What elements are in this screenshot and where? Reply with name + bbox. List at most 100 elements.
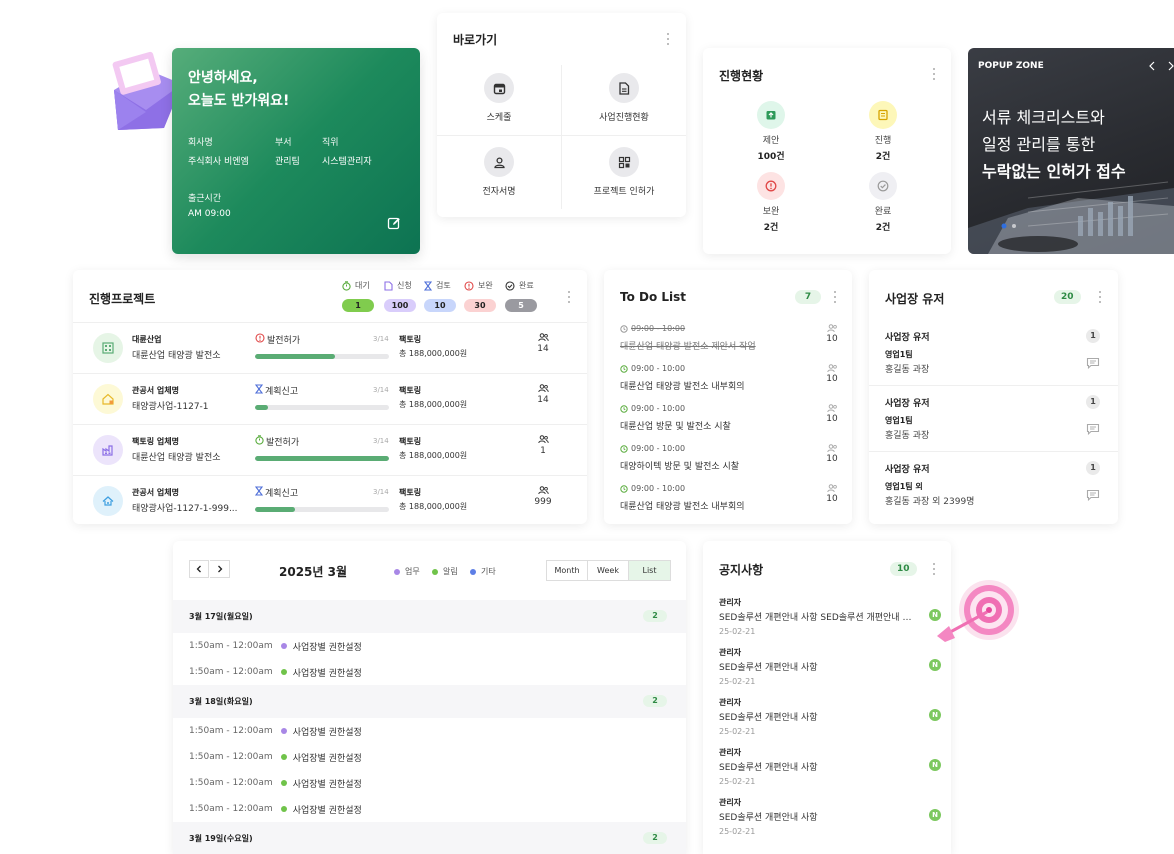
more-icon[interactable] [932,68,936,80]
shortcut-label: 전자서명 [482,187,516,197]
status-proposal[interactable]: 제안 100건 [731,101,811,162]
people-icon [537,435,549,444]
notice-item[interactable]: 관리자 SED솔루션 개편안내 사항 25-02-21 N [719,647,943,695]
greeting-line1: 안녕하세요, [188,70,258,86]
status-complete[interactable]: 완료 2건 [843,172,923,233]
edit-icon[interactable] [387,216,401,230]
shortcut-project-permit[interactable]: 프로젝트 인허가 [562,139,686,213]
view-list-button[interactable]: List [629,561,670,580]
user-group[interactable]: 사업장 유저 1 영업1팀 홍길동 과장 [869,386,1118,452]
message-icon[interactable] [1086,357,1100,369]
notice-date: 25-02-21 [719,677,756,686]
more-icon[interactable] [567,291,571,303]
chevron-right-icon[interactable] [1167,61,1174,71]
status-label: 제안 [762,136,780,146]
status-progress[interactable]: 진행 2건 [843,101,923,162]
event-time: 1:50am - 12:00am [189,804,273,814]
popup-zone-banner[interactable]: POPUP ZONE 서류 체크리스트와 일정 관리를 통한 누락없는 인허가 … [968,48,1174,254]
clock-icon [620,324,628,333]
people-icon [826,484,837,493]
todo-item[interactable]: 09:00 - 10:00 대륜산업 방문 및 발전소 시찰 10 [620,404,840,440]
project-status: 계획신고 [254,486,298,499]
more-icon[interactable] [932,563,936,575]
document-icon [609,73,639,103]
day-count-badge: 2 [643,695,667,707]
event-dot [280,806,287,812]
notice-date: 25-02-21 [719,827,756,836]
progress-bar [255,507,389,512]
view-week-button[interactable]: Week [588,561,629,580]
table-row[interactable]: 관공서 업체명 태양광사업-1127-1-999... 계획신고 3/14 팩토… [73,475,587,526]
calendar-event[interactable]: 1:50am - 12:00am 사업장별 권한설정 [189,749,362,765]
people-number: 10 [826,494,838,504]
more-icon[interactable] [666,33,670,45]
welcome-card: 안녕하세요, 오늘도 반가워요! 회사명 주식회사 비엔엠 부서 관리팀 직위 … [172,48,420,254]
project-status: 계획신고 [254,384,298,397]
user-group[interactable]: 사업장 유저 1 영업1팀 홍길동 과장 [869,320,1118,386]
people-icon [537,333,549,342]
calendar-event[interactable]: 1:50am - 12:00am 사업장별 권한설정 [189,801,362,817]
people-number: 10 [826,374,838,384]
shortcut-label: 스케줄 [486,113,512,123]
count-pill-supplement[interactable]: 30 [464,299,496,312]
count-pill-waiting[interactable]: 1 [342,299,374,312]
team-name: 팩토링 [399,335,422,344]
count-pill-apply[interactable]: 100 [384,299,416,312]
notice-item[interactable]: 관리자 SED솔루션 개편안내 사항 25-02-21 N [719,697,943,745]
next-month-button[interactable] [210,560,230,578]
calendar-event[interactable]: 1:50am - 12:00am 사업장별 권한설정 [189,664,362,680]
todo-item[interactable]: 09:00 - 10:00 대양하이텍 방문 및 발전소 시찰 10 [620,444,840,480]
event-name: 사업장별 권한설정 [292,642,362,653]
status-supplement[interactable]: 보완 2건 [731,172,811,233]
message-icon[interactable] [1086,423,1100,435]
prev-month-button[interactable] [189,560,209,578]
legend-label: 신청 [397,281,412,290]
notice-item[interactable]: 관리자 SED솔루션 개편안내 사항 25-02-21 N [719,797,943,845]
business-users-card: 사업장 유저 20 사업장 유저 1 영업1팀 홍길동 과장 사업장 유저 1 영업1팀 홍길… [869,270,1118,524]
shortcut-e-signature[interactable]: 전자서명 [437,139,561,213]
progress-bar [255,405,389,410]
legend-supplement: 보완 [464,280,493,291]
notice-item[interactable]: 관리자 SED솔루션 개편안내 사항 SED솔루션 개편안내 사항 25-02-21… [719,597,943,645]
event-time: 1:50am - 12:00am [189,726,273,736]
message-icon[interactable] [1086,489,1100,501]
company-value: 주식회사 비엔엠 [188,157,249,167]
step-fraction: 3/14 [373,488,389,496]
event-dot [280,780,287,786]
calendar-event[interactable]: 1:50am - 12:00am 사업장별 권한설정 [189,723,362,739]
more-icon[interactable] [833,291,837,303]
people-icon [537,384,549,393]
notice-title: SED솔루션 개편안내 사항 SED솔루션 개편안내 사항 [719,613,915,623]
shortcut-schedule[interactable]: 스케줄 [437,65,561,139]
event-time: 1:50am - 12:00am [189,752,273,762]
notice-date: 25-02-21 [719,777,756,786]
view-month-button[interactable]: Month [547,561,588,580]
table-row[interactable]: 대륜산업 대륜산업 태양광 발전소 발전허가 3/14 팩토링 총 188,00… [73,322,587,373]
user-group[interactable]: 사업장 유저 1 영업1팀 외 홍길동 과장 외 2399명 [869,452,1118,518]
calendar-event[interactable]: 1:50am - 12:00am 사업장별 권한설정 [189,638,362,654]
more-icon[interactable] [1098,291,1102,303]
todo-item[interactable]: 09:00 - 10:00 대륜산업 태양광 발전소 제안서 작업 10 [620,324,840,360]
shortcut-business-status[interactable]: 사업진행현황 [562,65,686,139]
notice-item[interactable]: 관리자 SED솔루션 개편안내 사항 25-02-21 N [719,747,943,795]
project-name: 태양광사업-1127-1-999... [132,504,238,514]
shortcut-label: 사업진행현황 [599,113,649,123]
count-pill-review[interactable]: 10 [424,299,456,312]
todo-item[interactable]: 09:00 - 10:00 대륜산업 태양광 발전소 내부회의 10 [620,364,840,400]
event-dot [280,669,287,675]
count-pill-complete[interactable]: 5 [505,299,537,312]
chevron-left-icon[interactable] [1148,61,1156,71]
company-name: 관공서 업체명 [132,488,179,497]
new-badge: N [929,759,941,771]
target-arrow-illustration-icon [937,580,1019,642]
clock-icon [620,364,628,373]
factory-icon [102,445,113,456]
todo-item[interactable]: 09:00 - 10:00 대륜산업 태양광 발전소 내부회의 10 [620,484,840,520]
hourglass-icon [254,384,264,397]
table-row[interactable]: 팩토링 업체명 대륜산업 태양광 발전소 발전허가 3/14 팩토링 총 188… [73,424,587,475]
calendar-event[interactable]: 1:50am - 12:00am 사업장별 권한설정 [189,775,362,791]
todo-card: To Do List 7 09:00 - 10:00 대륜산업 태양광 발전소 제… [604,270,852,524]
people-count: 10 [824,324,840,344]
avatar [93,384,123,414]
table-row[interactable]: 관공서 업체명 태양광사업-1127-1 계획신고 3/14 팩토링 총 188… [73,373,587,424]
